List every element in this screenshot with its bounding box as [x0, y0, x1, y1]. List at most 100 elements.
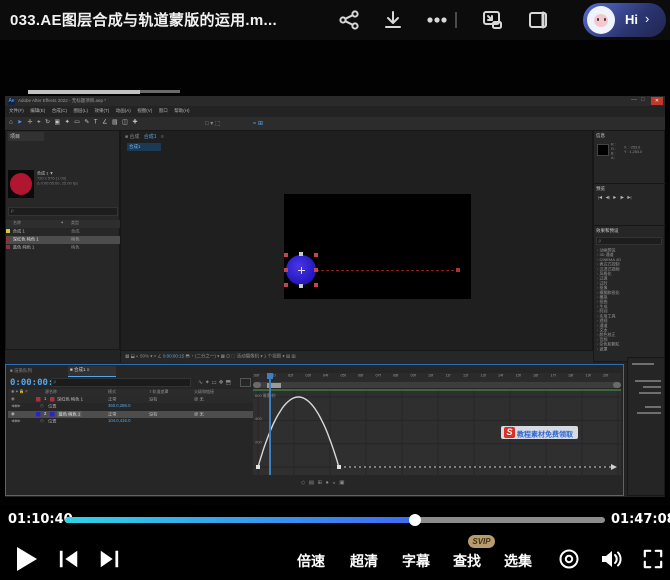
selection-handle[interactable]	[284, 283, 288, 287]
picture-in-picture-icon[interactable]	[480, 8, 504, 32]
list-item[interactable]: 帮助(H)	[174, 107, 189, 114]
progress-thumb[interactable]	[409, 514, 421, 526]
comp-timecode[interactable]: 0:00:00:15	[163, 354, 184, 359]
selection-handle[interactable]	[314, 283, 318, 287]
selection-handle[interactable]	[314, 268, 318, 272]
previous-episode-button[interactable]	[58, 549, 80, 574]
list-item[interactable]: 效果(T)	[95, 107, 110, 114]
next-episode-button[interactable]	[98, 549, 120, 574]
list-item[interactable]: ✦	[65, 118, 70, 125]
layer-row-red-solid[interactable]: ◉ 1 深红色 纯色 1 正常 没有 @ 无	[8, 396, 254, 403]
composition-breadcrumb[interactable]: 合成1	[127, 143, 161, 151]
time-navigator[interactable]	[253, 382, 621, 388]
project-panel-tab[interactable]: 项目	[8, 132, 44, 141]
list-item[interactable]: 动画(A)	[116, 107, 131, 114]
list-item[interactable]: 遮罩	[597, 347, 665, 352]
project-search-input[interactable]: ρ	[8, 207, 118, 216]
composition-panel-tab[interactable]: ■ 合成 合成1 ≡	[125, 132, 325, 141]
effects-search-input[interactable]: ρ	[596, 237, 662, 245]
project-row-red-solid[interactable]: 深红色 纯色 1 纯色	[6, 236, 121, 244]
preview-transport-buttons[interactable]: |◀◀|▶|▶▶|	[598, 195, 664, 204]
project-row-comp[interactable]: 合成 1 合成	[6, 228, 121, 236]
list-item[interactable]: ●	[326, 480, 329, 486]
list-item[interactable]: |▶	[620, 195, 624, 200]
property-row-position-2[interactable]: ◀◆▶ ◷ 位置 104.0,416.0	[8, 418, 254, 425]
preview-panel-tab[interactable]: 预览	[596, 185, 664, 193]
settings-dial-icon[interactable]	[558, 548, 580, 575]
more-icon[interactable]	[425, 8, 449, 32]
volume-icon[interactable]	[599, 548, 623, 575]
list-item[interactable]: ▭	[74, 118, 80, 125]
list-item[interactable]: T	[94, 118, 98, 125]
list-item[interactable]: 文件(F)	[9, 107, 24, 114]
snapshot-icon[interactable]: ▦ ⬓ ◐	[125, 354, 140, 359]
list-item[interactable]: ⌂	[9, 118, 13, 125]
ae-menu-items[interactable]: 文件(F) 编辑(E) 合成(C) 图层(L) 效果(T) 动画(A) 视图(V) 窗口帮助(…	[9, 107, 209, 114]
list-item[interactable]: ▨	[112, 118, 118, 125]
ae-toolbar-option[interactable]: □ ▾ ⬚	[205, 120, 221, 127]
search-in-video-button[interactable]: 查找	[453, 551, 481, 571]
anchor-point-icon[interactable]	[298, 267, 305, 274]
list-item[interactable]: ⊞	[317, 480, 322, 486]
effects-panel-tab[interactable]: 效果和预设	[596, 227, 664, 235]
list-item[interactable]: 合成(C)	[52, 107, 67, 114]
share-icon[interactable]	[337, 8, 361, 32]
project-columns-header[interactable]: 名称 ● 类型	[6, 220, 121, 228]
ae-toolbar-snap[interactable]: ≈ ⊞	[253, 120, 263, 127]
selection-handle[interactable]	[314, 253, 318, 257]
selection-handle[interactable]	[284, 253, 288, 257]
list-item[interactable]: |◀	[598, 195, 602, 200]
download-icon[interactable]	[381, 8, 405, 32]
fullscreen-icon[interactable]	[643, 549, 663, 574]
list-item[interactable]: ▶	[613, 195, 616, 200]
progress-bar[interactable]	[65, 517, 605, 523]
graph-editor-toolbar[interactable]: ◇ ▤⊞ ●◒ ▣	[301, 479, 501, 491]
list-item[interactable]: ►	[17, 118, 23, 125]
assistant-avatar-button[interactable]: Hi ›	[583, 3, 666, 37]
list-item[interactable]: 视图(V)	[137, 107, 152, 114]
camera-select[interactable]: 活动摄像机	[237, 354, 260, 359]
minimize-icon[interactable]: —	[631, 97, 637, 103]
graph-editor[interactable]: 600 像素/秒 400 200 S 教程素材免费领取	[253, 389, 621, 475]
list-item[interactable]: ▣	[55, 118, 61, 125]
list-item[interactable]: ◒	[332, 480, 335, 486]
theater-mode-icon[interactable]	[526, 8, 550, 32]
list-item[interactable]: ▤	[309, 480, 314, 486]
list-item[interactable]: ◫	[122, 118, 128, 125]
info-panel-tab[interactable]: 信息	[596, 132, 664, 140]
timeline-comp-tab[interactable]: ■ 合成1 ≡	[68, 366, 116, 377]
playhead[interactable]	[269, 373, 271, 475]
list-item[interactable]: ↻	[45, 118, 50, 125]
timeline-view-icons[interactable]: ∿ ✦ ⚏ ❖ ⬒	[198, 379, 231, 386]
list-item[interactable]: ✚	[132, 118, 137, 125]
list-item[interactable]: ◇	[301, 480, 305, 486]
subtitles-button[interactable]: 字幕	[402, 551, 430, 571]
list-item[interactable]: 编辑(E)	[30, 107, 45, 114]
play-button[interactable]	[16, 546, 38, 577]
composition-viewport[interactable]	[284, 194, 471, 299]
effects-category-list[interactable]: 动画预设3D 通道CINEMA 4D表达式控制沉浸式视频风格化过渡过时抠像模糊和…	[597, 248, 665, 360]
property-row-position-1[interactable]: ◀◆▶ ◷ 位置 360.0,288.0	[8, 403, 254, 410]
list-item[interactable]: ⌖	[37, 118, 40, 126]
timeline-search-input[interactable]: ρ	[51, 378, 191, 387]
list-item[interactable]: ∠	[102, 118, 107, 125]
view-layout-select[interactable]: 1 个视图	[264, 354, 281, 359]
list-item[interactable]: ▶|	[627, 195, 631, 200]
list-item[interactable]: ✛	[28, 118, 33, 125]
list-item[interactable]: ▣	[339, 480, 344, 486]
time-ruler[interactable]: :00f01f02f03f04f05f06f07f08f09f10f11f12f…	[253, 373, 621, 382]
render-queue-tab[interactable]: ■ 渲染队列	[10, 367, 70, 376]
list-item[interactable]: 图层(L)	[74, 107, 89, 114]
quality-button[interactable]: 超清	[350, 551, 378, 571]
episodes-button[interactable]: 选集	[504, 551, 532, 571]
selection-handle[interactable]	[284, 268, 288, 272]
graph-editor-toggle[interactable]	[240, 378, 251, 387]
selection-handle[interactable]	[299, 252, 303, 256]
list-item[interactable]: 窗口	[159, 107, 168, 114]
ae-tool-icons[interactable]: ⌂►✛⌖↻▣✦▭✎T∠▨◫✚	[9, 118, 104, 126]
project-row-blue-solid[interactable]: 蓝色 纯色 1 纯色	[6, 244, 121, 252]
zoom-level-select[interactable]: 50%	[140, 354, 149, 359]
maximize-icon[interactable]: □	[641, 97, 645, 103]
list-item[interactable]: ✎	[84, 118, 89, 125]
close-icon[interactable]: ✕	[651, 97, 663, 105]
